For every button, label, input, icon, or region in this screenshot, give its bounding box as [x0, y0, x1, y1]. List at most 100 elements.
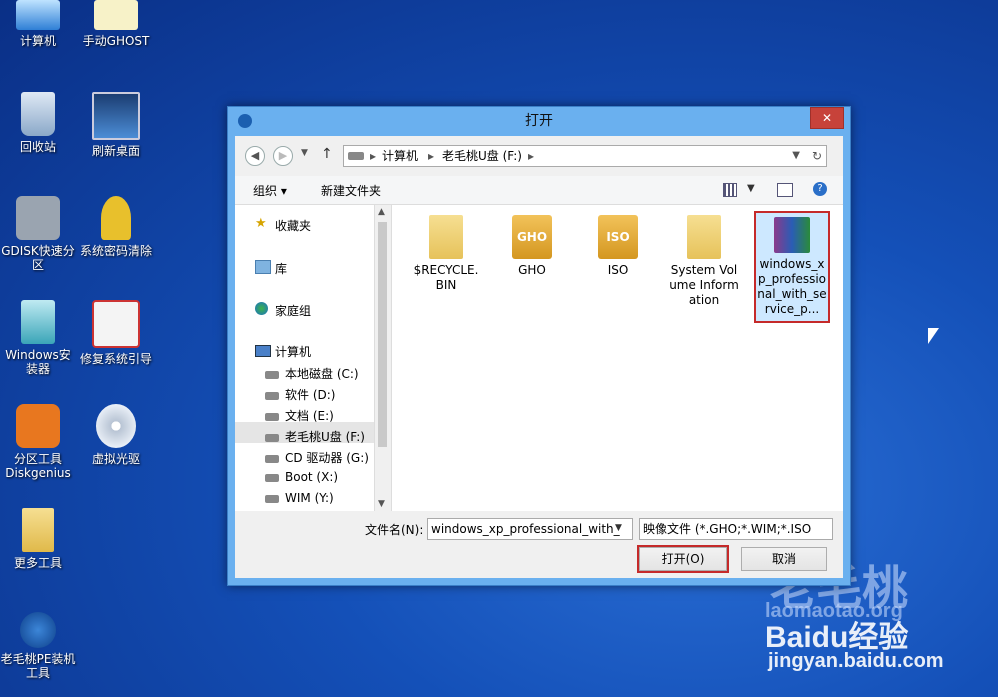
desktop-icon-label: 修复系统引导 [79, 352, 152, 366]
folder-icon [429, 215, 463, 259]
dialog-titlebar[interactable]: 打开 ✕ [228, 107, 850, 135]
refresh-icon[interactable]: ↻ [812, 146, 822, 166]
chevron-down-icon[interactable]: ▼ [792, 146, 800, 166]
diskgenius-icon [16, 404, 60, 448]
drive-label: Boot (X:) [285, 470, 339, 484]
file-type-select[interactable]: 映像文件 (*.GHO;*.WIM;*.ISO [639, 518, 833, 540]
peach-logo-icon [20, 612, 56, 648]
desktop-icon-manual-ghost[interactable]: 手动GHOST [78, 0, 154, 48]
scroll-up-icon[interactable]: ▲ [378, 207, 385, 217]
file-name: System Volume Information [669, 263, 739, 307]
drive-icon [348, 152, 364, 160]
desktop-icon-virtual-drive[interactable]: 虚拟光驱 [78, 404, 154, 466]
nav-drive-f[interactable]: 老毛桃U盘 (F:) [265, 428, 365, 445]
gear-icon [16, 196, 60, 240]
desktop-icon-label: 系统密码清除 [79, 244, 152, 258]
desktop-icon-recycle-bin[interactable]: 回收站 [0, 92, 76, 154]
scroll-thumb[interactable] [378, 222, 387, 447]
file-item-gho[interactable]: GHO GHO [496, 215, 568, 278]
breadcrumb-separator[interactable]: ▸ [428, 146, 434, 166]
drive-icon [265, 391, 279, 400]
baidu-url-watermark: jingyan.baidu.com [768, 650, 944, 672]
navigation-pane: ★ 收藏夹 库 家庭组 计算机 本地磁盘 (C:) 软件 (D:) 文档 (E:… [235, 205, 392, 511]
forward-icon[interactable]: ▶ [273, 146, 293, 166]
recent-locations-chevron-icon[interactable]: ▼ [301, 148, 308, 158]
desktop-icon-password-clear[interactable]: 系统密码清除 [78, 196, 154, 258]
back-icon[interactable]: ◀ [245, 146, 265, 166]
filename-input[interactable]: windows_xp_professional_with_ [427, 518, 633, 540]
first-aid-kit-icon [92, 300, 140, 348]
file-item-windows-xp-archive[interactable]: windows_xp_professional_with_service_p..… [754, 211, 830, 323]
desktop-icon-label: 更多工具 [13, 556, 62, 570]
star-icon: ★ [255, 216, 267, 231]
nav-drive-c[interactable]: 本地磁盘 (C:) [265, 365, 359, 382]
file-item-iso[interactable]: ISO ISO [582, 215, 654, 278]
nav-drive-x[interactable]: Boot (X:) [265, 470, 338, 484]
desktop-icon-label: 手动GHOST [82, 34, 150, 48]
path-box[interactable]: ▸ 计算机 ▸ 老毛桃U盘 (F:) ▸ ▼ ↻ [343, 145, 827, 167]
desktop-icon-computer[interactable]: 计算机 [0, 0, 76, 48]
open-file-dialog: 打开 ✕ ◀ ▶ ▼ ↑ ▸ 计算机 ▸ 老毛桃U盘 (F:) ▸ ▼ ↻ 组织… [227, 106, 851, 586]
desktop-icon-label: 分区工具Diskgenius [5, 452, 71, 480]
nav-computer[interactable]: 计算机 [275, 343, 311, 360]
library-icon [255, 260, 271, 274]
cd-drive-icon [265, 454, 279, 463]
nav-libraries[interactable]: 库 [275, 260, 287, 277]
organize-menu[interactable]: 组织 ▾ [253, 182, 287, 199]
breadcrumb-separator[interactable]: ▸ [370, 146, 376, 166]
desktop-icon-label: 虚拟光驱 [91, 452, 140, 466]
folder-icon [687, 215, 721, 259]
desktop-icon-boot-repair[interactable]: 修复系统引导 [78, 300, 154, 366]
desktop-icon-diskgenius[interactable]: 分区工具Diskgenius [0, 404, 76, 480]
open-button[interactable]: 打开(O) [637, 545, 729, 573]
preview-pane-icon[interactable] [777, 183, 793, 197]
nav-homegroup[interactable]: 家庭组 [275, 302, 311, 319]
gho-drive-icon: GHO [512, 215, 552, 259]
optical-disc-icon [96, 404, 136, 448]
dialog-title: 打开 [525, 113, 553, 129]
command-bar: 组织 ▾ 新建文件夹 ▼ ? [235, 176, 843, 205]
dialog-body: ◀ ▶ ▼ ↑ ▸ 计算机 ▸ 老毛桃U盘 (F:) ▸ ▼ ↻ 组织 ▾ 新建… [235, 136, 843, 578]
key-icon [101, 196, 131, 240]
file-list: $RECYCLE.BIN GHO GHO ISO ISO System Volu… [392, 205, 843, 511]
view-options-icon[interactable] [723, 183, 737, 197]
drive-icon [265, 412, 279, 421]
drive-label: 老毛桃U盘 (F:) [285, 430, 365, 444]
desktop-icon-label: 回收站 [19, 140, 56, 154]
nav-favorites[interactable]: 收藏夹 [275, 217, 311, 234]
drive-icon [265, 473, 279, 482]
desktop-icon-windows-installer[interactable]: Windows安装器 [0, 300, 76, 376]
drive-label: 本地磁盘 (C:) [285, 367, 359, 381]
nav-scrollbar[interactable]: ▲ ▼ [374, 205, 391, 511]
nav-drive-y[interactable]: WIM (Y:) [265, 491, 334, 505]
desktop-icon-pe-installer[interactable]: 老毛桃PE装机工具 [0, 612, 76, 680]
desktop-icon-refresh-desktop[interactable]: 刷新桌面 [78, 92, 154, 158]
app-logo-icon [238, 114, 252, 128]
desktop-icon-gdisk[interactable]: GDISK快速分区 [0, 196, 76, 272]
winrar-archive-icon [774, 217, 810, 253]
breadcrumb-computer[interactable]: 计算机 [382, 146, 418, 166]
recycle-bin-icon [21, 92, 55, 136]
breadcrumb-drive-f[interactable]: 老毛桃U盘 (F:) [442, 146, 522, 166]
nav-drive-e[interactable]: 文档 (E:) [265, 407, 334, 424]
file-name: GHO [518, 263, 546, 277]
nav-drive-g[interactable]: CD 驱动器 (G:) [265, 449, 369, 466]
chevron-down-icon[interactable]: ▼ [615, 523, 622, 533]
file-item-system-volume-information[interactable]: System Volume Information [668, 215, 740, 308]
nav-drive-d[interactable]: 软件 (D:) [265, 386, 335, 403]
desktop-icon-more-tools[interactable]: 更多工具 [0, 508, 76, 570]
file-item-recycle-bin[interactable]: $RECYCLE.BIN [410, 215, 482, 293]
desktop-icon-label: GDISK快速分区 [1, 244, 75, 272]
filename-label: 文件名(N): [365, 523, 424, 537]
homegroup-icon [255, 302, 268, 315]
drive-label: 文档 (E:) [285, 409, 334, 423]
breadcrumb-separator[interactable]: ▸ [528, 146, 534, 166]
close-button[interactable]: ✕ [810, 107, 844, 129]
new-folder-button[interactable]: 新建文件夹 [321, 182, 381, 199]
help-icon[interactable]: ? [813, 182, 827, 196]
up-arrow-icon[interactable]: ↑ [321, 146, 333, 162]
iso-drive-icon: ISO [598, 215, 638, 259]
cancel-button[interactable]: 取消 [741, 547, 827, 571]
chevron-down-icon[interactable]: ▼ [747, 183, 755, 194]
scroll-down-icon[interactable]: ▼ [378, 499, 385, 509]
